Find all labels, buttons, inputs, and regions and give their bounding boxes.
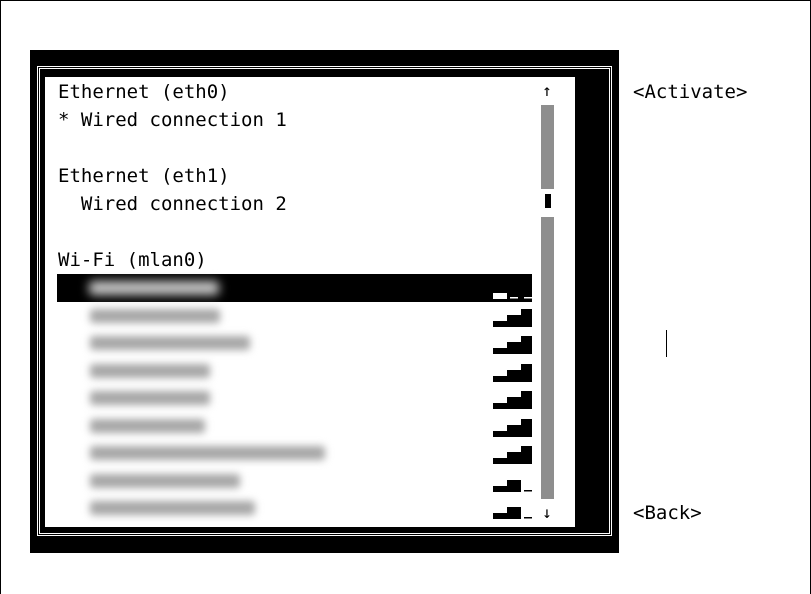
- scroll-thumb[interactable]: [545, 194, 551, 208]
- signal-bar: [507, 479, 521, 492]
- signal-bar-empty: [510, 297, 518, 299]
- wifi-signal-strength-icon: [493, 438, 546, 464]
- wifi-signal-strength-icon: [493, 300, 549, 327]
- signal-bar: [493, 485, 507, 492]
- wifi-signal-strength-icon: [493, 493, 546, 519]
- wifi-ssid-redacted: [90, 336, 250, 350]
- wifi-ssid-redacted: [90, 446, 325, 460]
- signal-bar: [507, 314, 521, 327]
- signal-bar: [493, 348, 507, 354]
- wifi-ssid-redacted: [90, 363, 210, 378]
- signal-bar: [507, 507, 521, 519]
- signal-bar: [493, 430, 507, 437]
- signal-bar-empty: [524, 297, 532, 299]
- scroll-down-arrow[interactable]: ↓: [532, 503, 562, 523]
- wifi-signal-strength-icon: [493, 328, 546, 354]
- signal-bar: [493, 293, 507, 299]
- scroll-track-lower: [541, 217, 554, 499]
- connection-list[interactable]: Ethernet (eth0) * Wired connection 1 Eth…: [45, 77, 575, 527]
- wired-connection-1-item[interactable]: * Wired connection 1: [58, 108, 287, 132]
- wifi-signal-strength-icon: [493, 356, 546, 382]
- signal-bar-empty: [524, 489, 532, 491]
- wifi-ssid-redacted: [90, 418, 205, 433]
- wifi-ssid-redacted: [89, 281, 219, 295]
- wifi-network-selected-row[interactable]: [57, 274, 533, 302]
- wifi-ssid-redacted: [90, 473, 240, 488]
- wifi-signal-strength-icon: [493, 273, 546, 299]
- list-scrollbar[interactable]: ↑ ↓: [532, 77, 562, 527]
- wifi-mlan0-header: Wi-Fi (mlan0): [58, 249, 207, 271]
- back-button[interactable]: <Back>: [633, 501, 702, 525]
- ethernet-eth1-header: Ethernet (eth1): [58, 165, 230, 187]
- signal-bar-empty: [524, 517, 532, 519]
- signal-bar: [493, 513, 507, 519]
- signal-bar: [493, 320, 507, 327]
- signal-bar: [507, 397, 521, 409]
- signal-bar: [493, 403, 507, 409]
- signal-bar: [507, 342, 521, 354]
- signal-bar: [507, 369, 521, 382]
- wifi-signal-strength-icon: [493, 383, 546, 409]
- wifi-ssid-redacted: [90, 391, 210, 405]
- wifi-signal-strength-icon: [493, 466, 546, 492]
- terminal-screen: Ethernet (eth0) * Wired connection 1 Eth…: [0, 0, 811, 594]
- wired-connection-2-item[interactable]: Wired connection 2: [58, 192, 287, 216]
- signal-bar: [507, 424, 521, 437]
- signal-bar: [507, 452, 521, 464]
- wifi-signal-strength-icon: [493, 411, 546, 437]
- wifi-ssid-redacted: [90, 308, 220, 323]
- scroll-track-upper: [541, 105, 554, 189]
- ethernet-eth0-header: Ethernet (eth0): [58, 81, 230, 103]
- signal-bar: [493, 375, 507, 382]
- activate-button[interactable]: <Activate>: [633, 80, 747, 104]
- scroll-up-arrow[interactable]: ↑: [532, 81, 562, 101]
- text-cursor: [666, 330, 667, 357]
- signal-bar: [493, 458, 507, 464]
- wifi-ssid-redacted: [90, 501, 255, 515]
